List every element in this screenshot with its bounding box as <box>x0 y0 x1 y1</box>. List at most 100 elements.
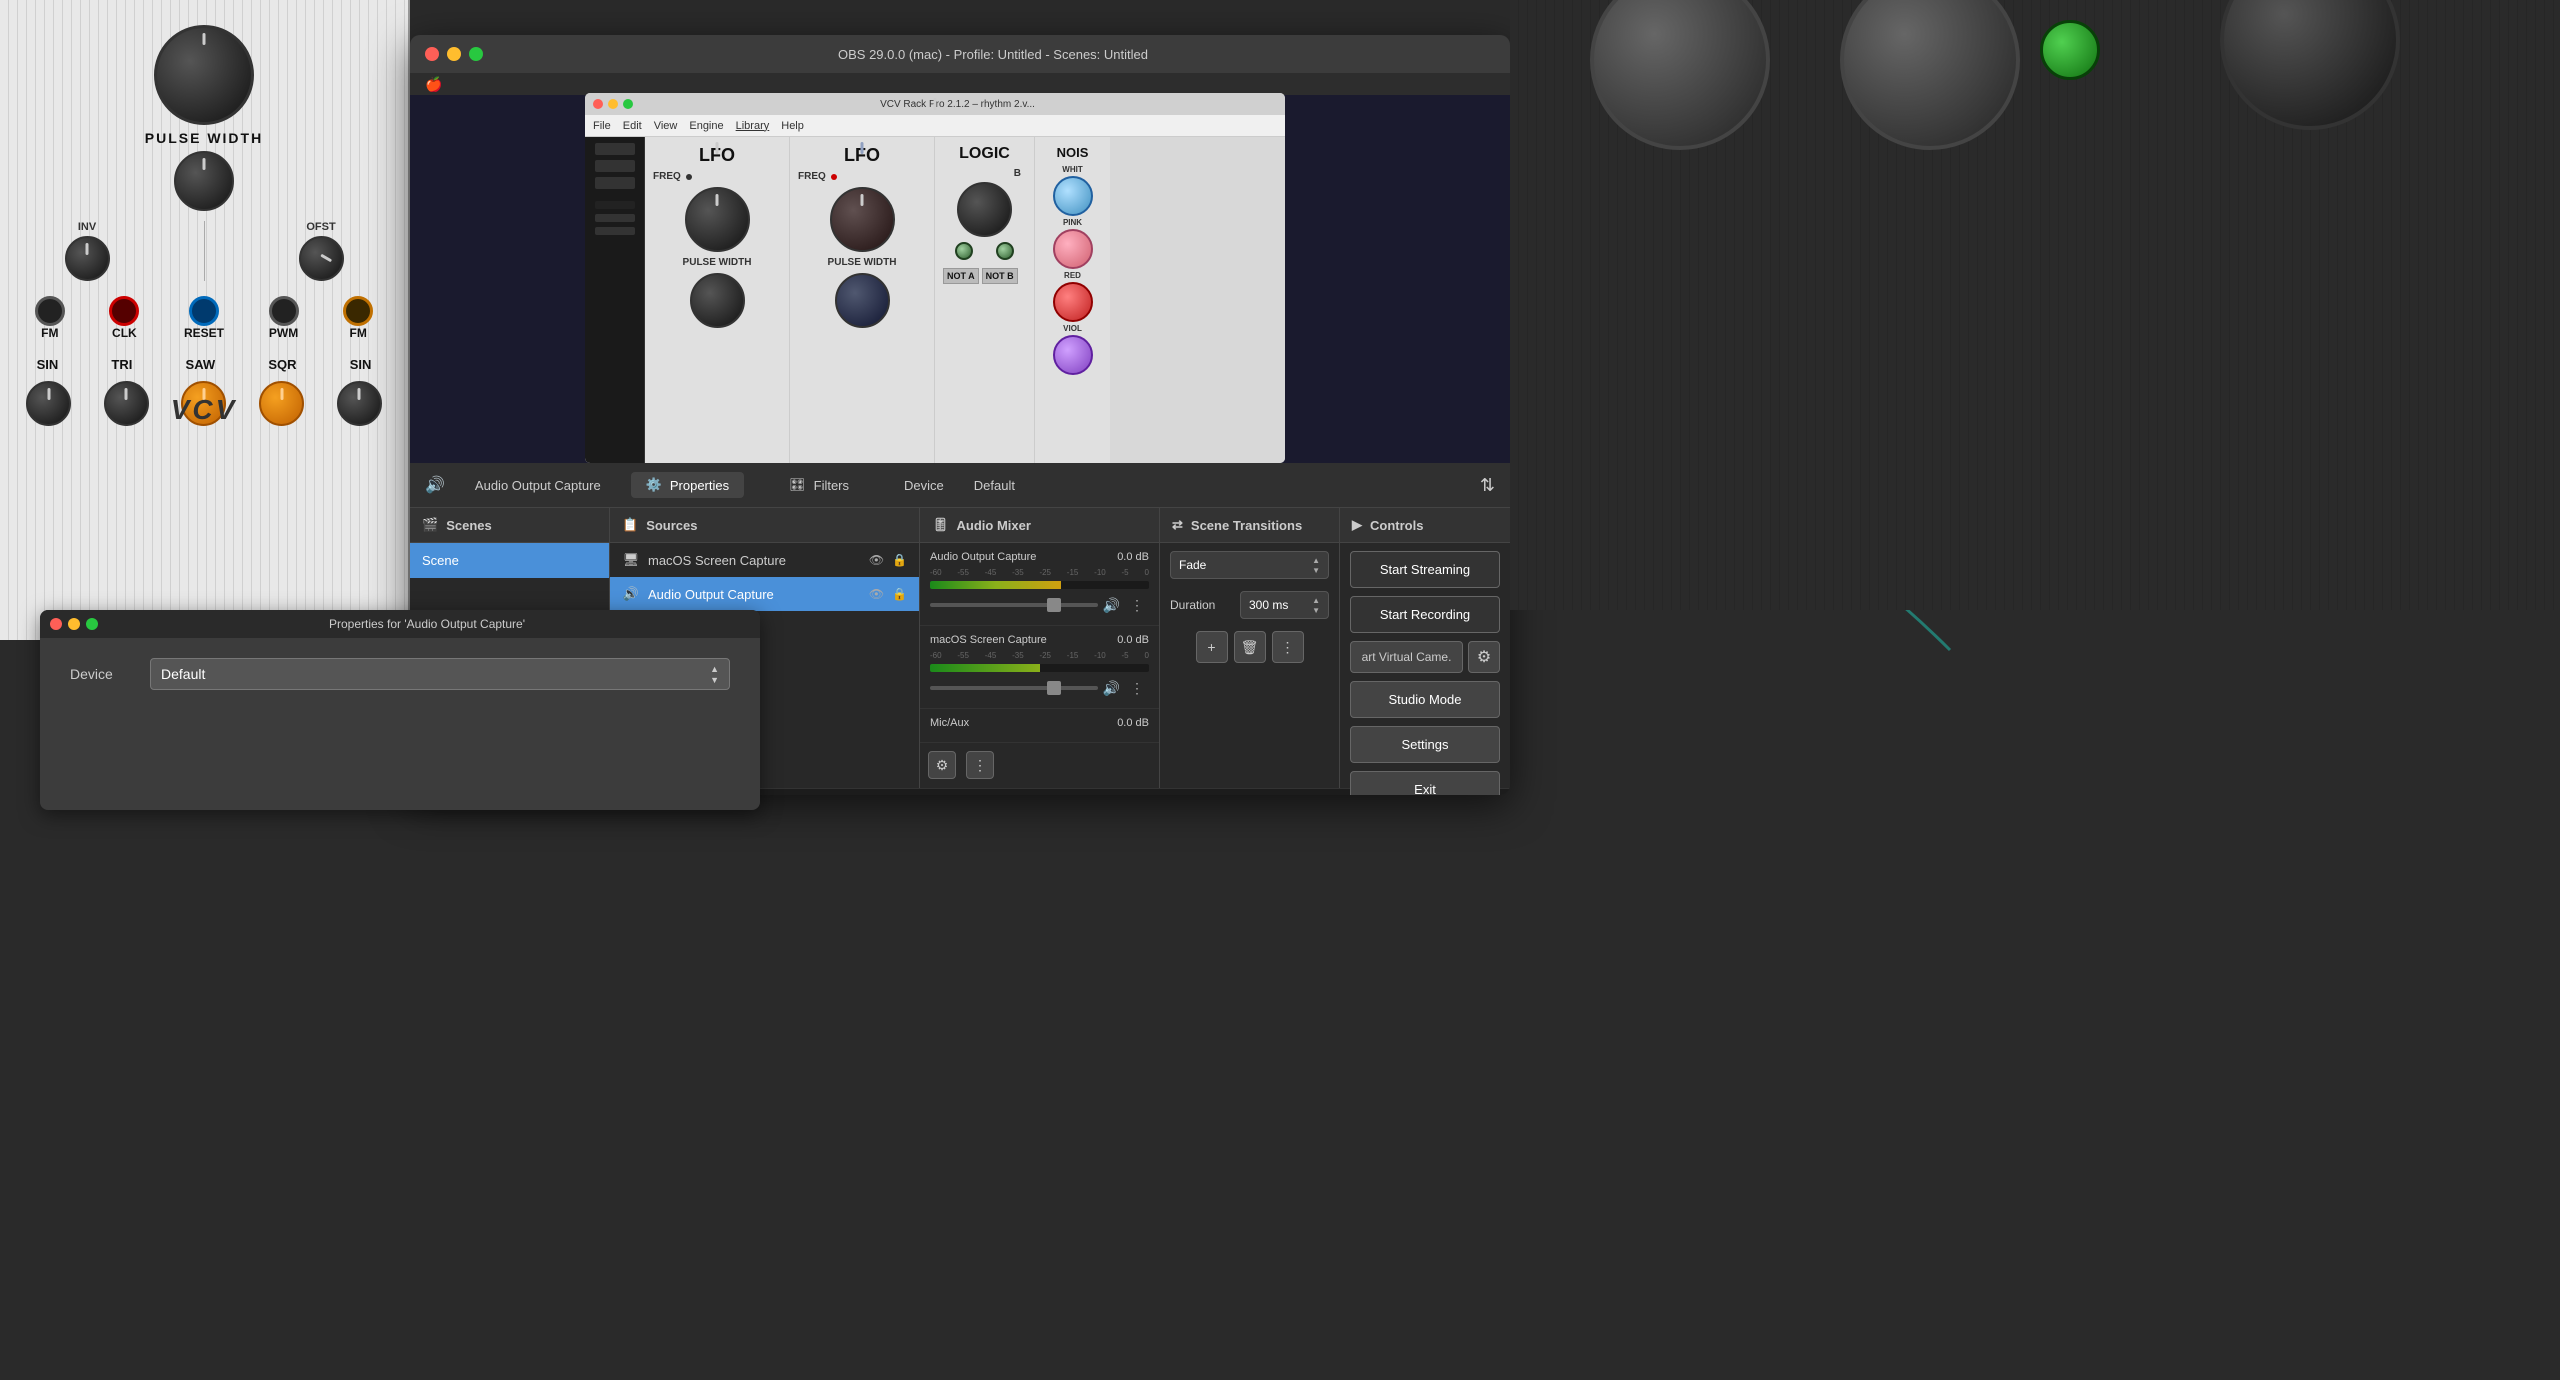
fm-label-1: FM <box>35 326 65 340</box>
close-button[interactable] <box>425 47 439 61</box>
lock-icon-audio[interactable]: 🔒 <box>892 587 907 601</box>
meter-scale-1: -60-55-45-35-25-15-10-50 <box>930 568 1149 577</box>
audio-mixer-header: 🎚 Audio Mixer <box>920 508 1159 543</box>
dur-up-arrow[interactable]: ▲ <box>1312 596 1320 605</box>
properties-tab[interactable]: ⚙️ Properties <box>631 472 744 498</box>
ofst-knob[interactable] <box>299 236 344 281</box>
logic-title: LOGIC <box>943 145 1026 163</box>
remove-transition-btn[interactable]: 🗑 <box>1234 631 1266 663</box>
device-select[interactable]: Default ▲ ▼ <box>150 658 730 690</box>
inv-knob[interactable] <box>65 236 110 281</box>
transitions-panel: ⇄ Scene Transitions Fade ▲ ▼ Duration 30… <box>1160 508 1340 788</box>
track-3-name: Mic/Aux <box>930 717 969 729</box>
prop-close-btn[interactable] <box>50 618 62 630</box>
pink-label: PINK <box>1043 218 1102 227</box>
lfo2-pw-label: PULSE WIDTH <box>798 257 926 268</box>
sin-out-1[interactable] <box>26 381 71 426</box>
obs-title: OBS 29.0.0 (mac) - Profile: Untitled - S… <box>491 47 1495 62</box>
studio-mode-btn[interactable]: Studio Mode <box>1350 681 1500 718</box>
main-knob[interactable] <box>154 25 254 125</box>
start-recording-btn[interactable]: Start Recording <box>1350 596 1500 633</box>
track-2-db: 0.0 dB <box>1117 634 1149 646</box>
meter-2 <box>930 664 1149 672</box>
filters-icon: 🎛 <box>789 477 806 493</box>
minimize-button[interactable] <box>447 47 461 61</box>
audio-mixer-icon: 🎚 <box>932 517 949 533</box>
sin-out-2[interactable] <box>337 381 382 426</box>
prop-max-btn[interactable] <box>86 618 98 630</box>
reset-port[interactable] <box>189 296 219 326</box>
volume-icon-1[interactable]: 🔊 <box>1103 597 1120 614</box>
eye-icon-screen[interactable]: 👁 <box>869 553 884 567</box>
scene-item[interactable]: Scene <box>410 543 609 578</box>
settings-btn[interactable]: Settings <box>1350 726 1500 763</box>
virtual-camera-btn[interactable]: art Virtual Came. <box>1350 641 1463 673</box>
lfo2-freq-label: FREQ <box>798 171 826 182</box>
volume-icon-2[interactable]: 🔊 <box>1103 680 1120 697</box>
device-row: Device Default ▲ ▼ <box>70 658 730 690</box>
source-name-bar: Audio Output Capture <box>475 478 601 493</box>
pw-knob[interactable] <box>174 151 234 211</box>
saw-out-2[interactable] <box>259 381 304 426</box>
clk-port[interactable] <box>109 296 139 326</box>
meter-1 <box>930 581 1149 589</box>
device-tab[interactable]: Device <box>904 478 944 493</box>
audio-bottom-controls: ⚙ ⋮ <box>920 743 1159 787</box>
clk-label: CLK <box>109 326 139 340</box>
lfo2-pw-knob <box>835 273 890 328</box>
inner-min <box>608 99 618 109</box>
audio-mixer-panel: 🎚 Audio Mixer Audio Output Capture 0.0 d… <box>920 508 1160 788</box>
track-menu-1[interactable]: ⋮ <box>1125 593 1149 617</box>
source-item-screen[interactable]: 🖥 macOS Screen Capture 👁 🔒 <box>610 543 919 577</box>
right-modules-area <box>1510 0 2560 610</box>
properties-dialog: Properties for 'Audio Output Capture' De… <box>40 610 760 810</box>
start-streaming-btn[interactable]: Start Streaming <box>1350 551 1500 588</box>
red-noise-knob <box>1053 282 1093 322</box>
lock-icon-screen[interactable]: 🔒 <box>892 553 907 567</box>
duration-input[interactable]: 300 ms ▲ ▼ <box>1240 591 1329 619</box>
track-menu-2[interactable]: ⋮ <box>1125 676 1149 700</box>
duration-label: Duration <box>1170 598 1235 612</box>
lfo1-freq-dot <box>686 174 692 180</box>
fader-1[interactable] <box>930 603 1098 607</box>
virtual-camera-settings-btn[interactable]: ⚙ <box>1468 641 1500 673</box>
device-value: Default <box>161 666 205 682</box>
audio-settings-btn[interactable]: ⚙ <box>928 751 956 779</box>
trans-down-arrow[interactable]: ▼ <box>1312 566 1320 575</box>
trans-up-arrow[interactable]: ▲ <box>1312 556 1320 565</box>
tri-out[interactable] <box>104 381 149 426</box>
exit-btn[interactable]: Exit <box>1350 771 1500 795</box>
fader-row-2: 🔊 ⋮ <box>930 676 1149 700</box>
pwm-port[interactable] <box>269 296 299 326</box>
dur-down-arrow[interactable]: ▼ <box>1312 606 1320 615</box>
apple-icon: 🍎 <box>425 76 442 93</box>
audio-icon: 🔊 <box>425 475 445 495</box>
default-tab[interactable]: Default <box>974 478 1015 493</box>
eye-icon-audio[interactable]: 👁 <box>869 587 884 601</box>
properties-icon: ⚙️ <box>646 477 662 493</box>
prop-min-btn[interactable] <box>68 618 80 630</box>
scenes-icon: 🎬 <box>422 517 438 533</box>
add-transition-btn[interactable]: + <box>1196 631 1228 663</box>
logic-b-label: B <box>943 168 1026 179</box>
audio-output-icon: 🔊 <box>622 585 640 603</box>
transitions-header: ⇄ Scene Transitions <box>1160 508 1339 543</box>
transition-dropdown[interactable]: Fade ▲ ▼ <box>1170 551 1329 579</box>
maximize-button[interactable] <box>469 47 483 61</box>
audio-menu-btn[interactable]: ⋮ <box>966 751 994 779</box>
fm-label-2: FM <box>343 326 373 340</box>
source-item-audio[interactable]: 🔊 Audio Output Capture 👁 🔒 <box>610 577 919 611</box>
fm-port-1[interactable] <box>35 296 65 326</box>
fader-2[interactable] <box>930 686 1098 690</box>
settings-label: Settings <box>1402 737 1449 752</box>
fm-port-2[interactable] <box>343 296 373 326</box>
device-down-arrow[interactable]: ▼ <box>710 675 719 685</box>
device-up-arrow[interactable]: ▲ <box>710 664 719 674</box>
transitions-icon: ⇄ <box>1172 517 1183 533</box>
transition-menu-btn[interactable]: ⋮ <box>1272 631 1304 663</box>
filters-tab[interactable]: 🎛 Filters <box>774 472 864 498</box>
logic-led-a <box>955 242 973 260</box>
whit-label: WHIT <box>1043 165 1102 174</box>
lfo1-pw-label: PULSE WIDTH <box>653 257 781 268</box>
device-label: Device <box>70 666 130 682</box>
